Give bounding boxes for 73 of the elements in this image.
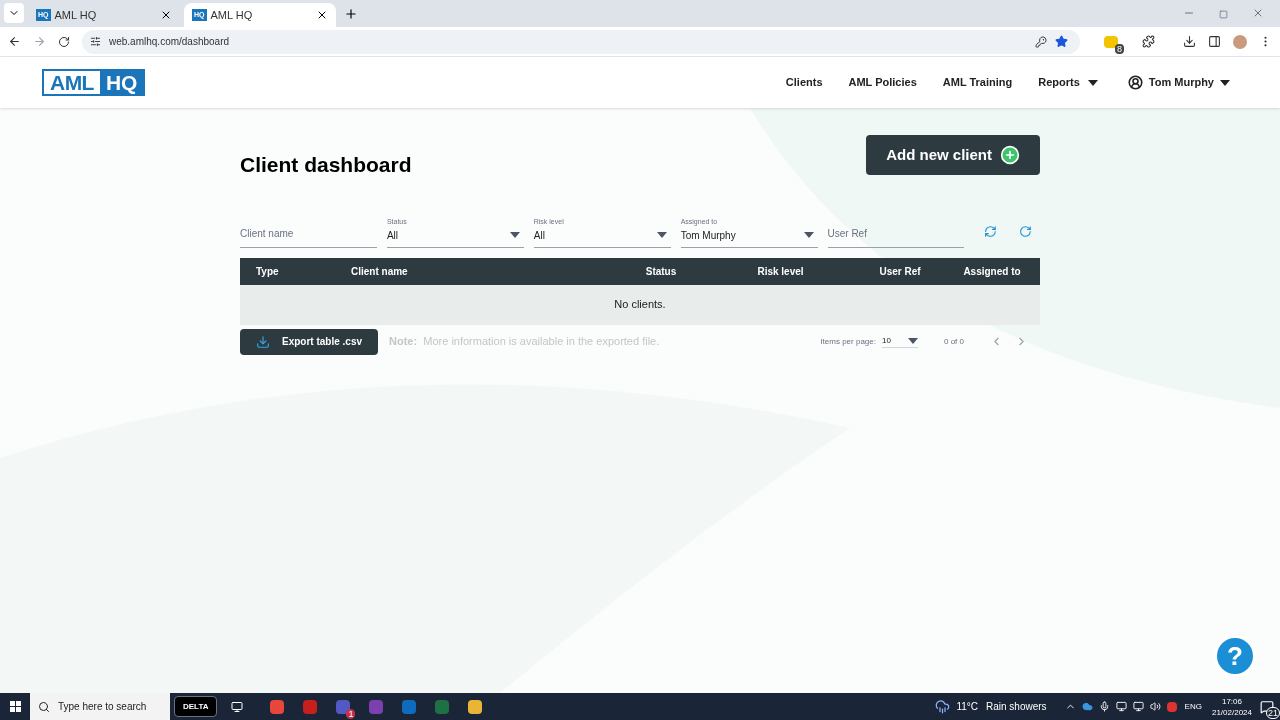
column-header[interactable]: Status	[601, 263, 721, 279]
filter-field[interactable]: User Ref	[827, 215, 965, 248]
caret-icon	[803, 232, 814, 238]
page-range: 0 of 0	[944, 335, 964, 348]
export-button[interactable]: Export table .csv	[240, 328, 379, 355]
display-icon[interactable]	[1115, 701, 1127, 712]
column-header[interactable]: User Ref	[840, 263, 960, 279]
cloud-icon[interactable]	[1081, 701, 1093, 712]
add-client-button[interactable]: Add new client	[866, 135, 1040, 175]
user-icon	[1127, 75, 1143, 90]
search-icon	[38, 700, 50, 713]
microphone-icon[interactable]	[1098, 701, 1110, 712]
pinned-app[interactable]: DELTA	[174, 696, 218, 717]
task-view-icon[interactable]	[231, 700, 244, 713]
column-header[interactable]: Assigned to	[960, 263, 1024, 279]
extension-icon[interactable]	[1104, 35, 1118, 48]
new-tab-icon[interactable]	[344, 7, 358, 21]
taskbar-app-icon[interactable]	[336, 699, 351, 714]
clock[interactable]: 17:06 21/02/2024	[1211, 695, 1252, 718]
filter-field[interactable]: Client name	[240, 215, 377, 248]
caret-icon	[656, 232, 667, 238]
taskbar-search[interactable]: Type here to search	[30, 693, 170, 720]
url-text: web.amlhq.com/dashboard	[109, 35, 231, 49]
caret-icon	[509, 232, 520, 238]
weather-temp: 11°C	[956, 700, 978, 714]
reload-icon[interactable]	[58, 35, 70, 48]
star-icon[interactable]	[1055, 35, 1068, 48]
tab-title: AML HQ	[54, 7, 98, 23]
weather-condition: Rain showers	[986, 700, 1047, 714]
close-icon[interactable]	[316, 9, 328, 21]
key-icon[interactable]	[1035, 35, 1047, 48]
back-icon[interactable]	[8, 35, 21, 48]
site-info-icon[interactable]	[90, 36, 101, 47]
notification-count: 21	[1266, 706, 1280, 719]
close-window-icon[interactable]	[1252, 7, 1264, 19]
plus-icon	[1000, 145, 1020, 165]
taskbar-app-icon[interactable]	[270, 699, 285, 714]
language-indicator[interactable]: ENG	[1184, 700, 1202, 713]
extension-badge: 8	[1115, 43, 1124, 54]
logo[interactable]: AML HQ	[42, 69, 146, 96]
download-icon[interactable]	[1183, 35, 1196, 48]
nav-link[interactable]: Reports	[1038, 74, 1098, 91]
address-bar[interactable]: web.amlhq.com/dashboard	[82, 29, 1080, 54]
table-empty-row: No clients.	[240, 284, 1040, 325]
app-tray-icon[interactable]	[1166, 701, 1177, 712]
items-per-page-label: Items per page:	[820, 335, 876, 348]
download-icon	[256, 334, 270, 349]
taskbar-app-icon[interactable]	[468, 699, 483, 714]
tab-title: AML HQ	[210, 7, 254, 23]
close-icon[interactable]	[160, 9, 172, 21]
volume-icon[interactable]	[1149, 701, 1161, 712]
extensions-icon[interactable]	[1142, 35, 1155, 48]
side-panel-icon[interactable]	[1208, 35, 1221, 48]
weather-icon	[935, 699, 951, 714]
nav-link[interactable]: AML Policies	[848, 74, 917, 91]
caret-icon	[908, 338, 918, 344]
page-title: Client dashboard	[240, 152, 412, 178]
refresh-icon[interactable]	[984, 224, 998, 238]
sync-icon[interactable]	[1019, 224, 1032, 238]
column-header[interactable]: Risk level	[721, 263, 840, 279]
caret-icon	[1087, 79, 1098, 86]
nav-link[interactable]: Clients	[785, 74, 823, 91]
tab-list-button[interactable]	[4, 3, 24, 23]
items-per-page-select[interactable]: 10	[882, 335, 918, 348]
forward-icon[interactable]	[33, 35, 46, 48]
notification-badge: 1	[346, 708, 356, 719]
column-header[interactable]: Type	[256, 263, 351, 279]
caret-icon	[1220, 79, 1230, 86]
column-header[interactable]: Client name	[351, 263, 601, 279]
logo-text: HQ	[99, 71, 144, 94]
user-menu[interactable]: Tom Murphy	[1127, 74, 1230, 91]
logo-text: AML	[49, 71, 95, 94]
nav-link[interactable]: AML Training	[942, 74, 1013, 91]
